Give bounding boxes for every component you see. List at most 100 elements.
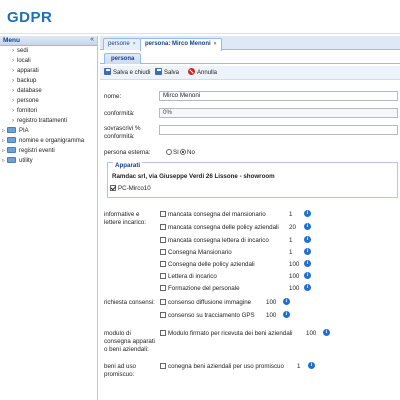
informative-checkbox[interactable]: Consegna Mansionario <box>160 249 232 257</box>
checkbox-label: Modulo firmato per ricevuta dei beni azi… <box>168 330 293 337</box>
info-icon[interactable]: i <box>308 362 315 369</box>
sidebar-item-registro-trattamenti[interactable]: › registro trattamenti <box>0 116 97 126</box>
sidebar-group-registri-eventi[interactable]: ▹ registri eventi <box>0 146 97 156</box>
checkbox-icon <box>160 285 166 291</box>
consenso-checkbox[interactable]: consenso diffusione immagine <box>160 299 251 307</box>
expand-icon[interactable]: ▹ <box>2 128 5 134</box>
info-icon[interactable]: i <box>283 311 290 318</box>
tab-persone[interactable]: persone × <box>103 38 141 50</box>
save-button[interactable]: Salva <box>155 68 179 78</box>
sidebar-item-sedi[interactable]: › sedi <box>0 46 97 56</box>
info-icon[interactable]: i <box>304 223 311 230</box>
radio-label: SI <box>173 149 179 156</box>
info-icon[interactable]: i <box>283 298 290 305</box>
informative-checkbox[interactable]: Formazione del personale <box>160 285 240 293</box>
checkbox-label: conegna beni aziendali per uso promiscuo <box>168 363 284 370</box>
info-icon[interactable]: i <box>304 236 311 243</box>
info-icon[interactable]: i <box>304 260 311 267</box>
expand-icon[interactable]: ▹ <box>2 158 5 164</box>
sovrascrivi-conformita-field[interactable] <box>159 125 398 135</box>
radio-label: No <box>187 149 195 156</box>
collapse-sidebar-icon[interactable]: « <box>90 36 94 43</box>
radio-selected-icon <box>180 149 186 155</box>
sidebar-group-nomine[interactable]: ▹ nomine e organigramma <box>0 136 97 146</box>
close-icon[interactable]: × <box>133 41 136 47</box>
informative-checkbox[interactable]: mancata consegna del mansionario <box>160 211 266 219</box>
sidebar-group-label: registri eventi <box>19 148 55 154</box>
nome-field[interactable]: Mirco Menoni <box>159 91 398 101</box>
apparati-device-checkbox[interactable]: PC-Mirco10 <box>110 185 151 192</box>
chevron-right-icon: › <box>12 68 14 74</box>
folder-icon <box>7 137 17 143</box>
apparati-company: Ramdac srl, via Giuseppe Verdi 26 Lisson… <box>112 173 275 180</box>
sidebar-item-label: sedi <box>17 48 29 54</box>
tab-persona-mirco-menoni[interactable]: persona: Mirco Menoni × <box>140 38 222 51</box>
sidebar-item-backup[interactable]: › backup <box>0 76 97 86</box>
sidebar-item-locali[interactable]: › locali <box>0 56 97 66</box>
subtab-bar: persona <box>100 51 400 64</box>
checkbox-icon <box>160 312 166 318</box>
persona-esterna-label: persona esterna: <box>104 149 151 156</box>
info-icon[interactable]: i <box>323 329 330 336</box>
cancel-icon <box>188 68 195 75</box>
informative-count: 100 <box>289 261 300 268</box>
modulo-label-2: consegna apparati <box>104 338 155 345</box>
chevron-right-icon: › <box>12 58 14 64</box>
apparati-fieldset: Apparati Ramdac srl, via Giuseppe Verdi … <box>107 162 398 198</box>
sidebar-item-label: fornitori <box>17 108 38 114</box>
chevron-right-icon: › <box>12 108 14 114</box>
sidebar-item-fornitori[interactable]: › fornitori <box>0 106 97 116</box>
expand-icon[interactable]: ▹ <box>2 138 5 144</box>
informative-checkbox[interactable]: mancata consegna lettera di incarico <box>160 237 269 245</box>
info-icon[interactable]: i <box>304 272 311 279</box>
sidebar-group-label: utility <box>19 158 33 164</box>
tab-persona[interactable]: persona <box>104 53 142 64</box>
consenso-count: 100 <box>266 312 277 319</box>
sidebar-group-pia[interactable]: ▹ PIA <box>0 126 97 136</box>
close-icon[interactable]: × <box>214 41 217 47</box>
info-icon[interactable]: i <box>304 210 311 217</box>
beni-checkbox[interactable]: conegna beni aziendali per uso promiscuo <box>160 363 284 371</box>
informative-label-2: lettere incarico: <box>104 219 146 226</box>
modulo-checkbox[interactable]: Modulo firmato per ricevuta dei beni azi… <box>160 330 293 338</box>
expand-icon[interactable]: ▹ <box>2 148 5 154</box>
informative-checkbox[interactable]: Consegna delle policy aziendali <box>160 261 255 269</box>
modulo-count: 100 <box>306 330 317 337</box>
checkbox-label: mancata consegna del mansionario <box>168 211 266 218</box>
info-icon[interactable]: i <box>304 284 311 291</box>
save-and-close-button[interactable]: Salva e chiudi <box>104 68 150 78</box>
persona-esterna-no-radio[interactable]: No <box>180 149 195 157</box>
apparati-legend: Apparati <box>113 162 143 169</box>
sidebar-item-label: backup <box>17 78 37 84</box>
sidebar-group-utility[interactable]: ▹ utility <box>0 156 97 166</box>
consenso-checkbox[interactable]: consenso su tracciamento GPS <box>160 312 255 320</box>
informative-count: 1 <box>289 237 293 244</box>
button-label: Salva e chiudi <box>113 70 151 76</box>
chevron-right-icon: › <box>12 48 14 54</box>
checkbox-icon <box>160 330 166 336</box>
informative-count: 100 <box>289 273 300 280</box>
checkbox-icon <box>160 224 166 230</box>
sidebar-item-label: locali <box>17 58 31 64</box>
tab-label: persone <box>108 41 130 47</box>
sidebar-item-label: registro trattamenti <box>17 118 68 124</box>
informative-count: 100 <box>289 285 300 292</box>
checkbox-label: mancata consegna delle policy aziendali <box>168 224 279 231</box>
checkbox-icon <box>160 261 166 267</box>
sidebar-item-apparati[interactable]: › apparati <box>0 66 97 76</box>
richiesta-consensi-label: richiesta consensi: <box>104 299 155 306</box>
info-icon[interactable]: i <box>304 248 311 255</box>
checkbox-checked-icon <box>110 185 116 191</box>
cancel-button[interactable]: Annulla <box>188 68 217 78</box>
informative-checkbox[interactable]: mancata consegna delle policy aziendali <box>160 224 279 232</box>
checkbox-icon <box>160 249 166 255</box>
sidebar-item-persone[interactable]: › persone <box>0 96 97 106</box>
persona-esterna-si-radio[interactable]: SI <box>166 149 179 157</box>
device-label: PC-Mirco10 <box>118 185 151 192</box>
informative-checkbox[interactable]: Lettera di incarico <box>160 273 217 281</box>
checkbox-icon <box>160 273 166 279</box>
form-toolbar: Salva e chiudi Salva Annulla <box>100 66 400 80</box>
button-label: Salva <box>164 70 180 76</box>
sidebar-item-database[interactable]: › database <box>0 86 97 96</box>
sidebar-item-label: persone <box>17 98 39 104</box>
